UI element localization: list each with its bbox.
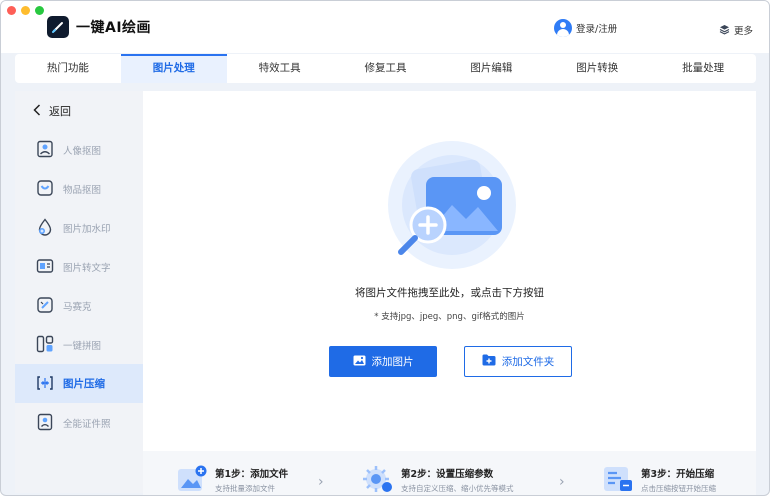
title-bar: 一键AI绘画 登录/注册 更多 [1, 1, 769, 53]
tab-image-editing[interactable]: 图片编辑 [438, 54, 544, 83]
tab-repair-tools[interactable]: 修复工具 [333, 54, 439, 83]
object-cutout-icon [36, 179, 54, 197]
sidebar-item-image-to-text[interactable]: 图片转文字 [15, 247, 143, 286]
back-label: 返回 [49, 105, 71, 118]
tab-batch-processing[interactable]: 批量处理 [650, 54, 756, 83]
drop-zone[interactable]: 将图片文件拖拽至此处，或点击下方按钮 * 支持jpg、jpeg、png、gif格… [143, 91, 756, 451]
close-window-button[interactable] [7, 6, 16, 15]
tab-image-processing[interactable]: 图片处理 [120, 54, 227, 83]
sidebar-item-label: 图片压缩 [63, 378, 105, 390]
start-compress-step-icon [603, 465, 633, 493]
sidebar-item-compress[interactable]: 图片压缩 [15, 364, 143, 403]
step-description: 支持自定义压缩、缩小优先等模式 [401, 484, 514, 493]
add-image-button[interactable]: 添加图片 [329, 346, 437, 377]
step-description: 支持批量添加文件 [215, 484, 275, 493]
steps-guide: 第1步：添加文件 支持批量添加文件 › 第2步：设置压缩参数 支持自定义压缩、缩… [143, 451, 756, 495]
add-folder-button[interactable]: 添加文件夹 [464, 346, 572, 377]
add-image-label: 添加图片 [371, 356, 414, 368]
image-to-text-icon [36, 257, 54, 275]
watermark-icon [36, 218, 54, 236]
supported-formats-hint: * 支持jpg、jpeg、png、gif格式的图片 [374, 312, 525, 322]
folder-add-icon [482, 354, 496, 369]
maximize-window-button[interactable] [35, 6, 44, 15]
sidebar-item-label: 马赛克 [63, 301, 92, 313]
image-icon [353, 355, 366, 369]
tab-effects-tools[interactable]: 特效工具 [227, 54, 333, 83]
mosaic-icon [36, 296, 54, 314]
app-title: 一键AI绘画 [76, 20, 152, 36]
layers-icon [719, 20, 730, 39]
collage-icon [36, 335, 54, 353]
sidebar: 返回 人像抠图 物品抠图 图片加水印 图片转文字 马赛克 一键拼图 图片压缩 全… [15, 91, 143, 493]
id-photo-icon [36, 413, 54, 431]
more-label: 更多 [734, 25, 754, 37]
sidebar-item-label: 一键拼图 [63, 340, 102, 352]
sidebar-item-portrait-cutout[interactable]: 人像抠图 [15, 130, 143, 169]
compress-icon [36, 374, 54, 392]
chevron-right-icon: › [559, 474, 565, 490]
add-folder-label: 添加文件夹 [501, 356, 555, 368]
login-button[interactable]: 登录/注册 [554, 18, 617, 38]
sidebar-item-id-photo[interactable]: 全能证件照 [15, 403, 143, 442]
sidebar-item-label: 图片转文字 [63, 262, 111, 274]
drop-instruction-text: 将图片文件拖拽至此处，或点击下方按钮 [355, 287, 544, 299]
sidebar-item-label: 人像抠图 [63, 145, 102, 157]
chevron-left-icon [33, 103, 41, 119]
tab-hot-features[interactable]: 热门功能 [15, 54, 121, 83]
image-search-illustration-icon [386, 139, 518, 271]
sidebar-item-label: 全能证件照 [63, 418, 111, 430]
tab-image-conversion[interactable]: 图片转换 [544, 54, 650, 83]
sidebar-item-watermark[interactable]: 图片加水印 [15, 208, 143, 247]
more-button[interactable]: 更多 [719, 20, 753, 39]
step-title: 第3步：开始压缩 [641, 469, 715, 480]
category-tab-bar: 热门功能 图片处理 特效工具 修复工具 图片编辑 图片转换 批量处理 [15, 54, 756, 83]
app-logo-icon [47, 16, 69, 38]
avatar-icon [554, 19, 572, 37]
sidebar-item-collage[interactable]: 一键拼图 [15, 325, 143, 364]
back-button[interactable]: 返回 [33, 103, 71, 119]
login-label: 登录/注册 [576, 24, 618, 35]
app-window: 一键AI绘画 登录/注册 更多 热门功能 图片处理 特效工具 修复工具 图片编辑… [0, 0, 770, 496]
settings-step-icon [363, 465, 393, 493]
chevron-right-icon: › [318, 474, 324, 490]
minimize-window-button[interactable] [21, 6, 30, 15]
step-title: 第2步：设置压缩参数 [401, 469, 494, 480]
add-file-step-icon [177, 465, 207, 493]
sidebar-item-label: 物品抠图 [63, 184, 102, 196]
portrait-cutout-icon [36, 140, 54, 158]
sidebar-item-object-cutout[interactable]: 物品抠图 [15, 169, 143, 208]
step-title: 第1步：添加文件 [215, 469, 289, 480]
sidebar-item-label: 图片加水印 [63, 223, 111, 235]
sidebar-item-mosaic[interactable]: 马赛克 [15, 286, 143, 325]
step-description: 点击压缩按钮开始压缩 [641, 484, 716, 493]
